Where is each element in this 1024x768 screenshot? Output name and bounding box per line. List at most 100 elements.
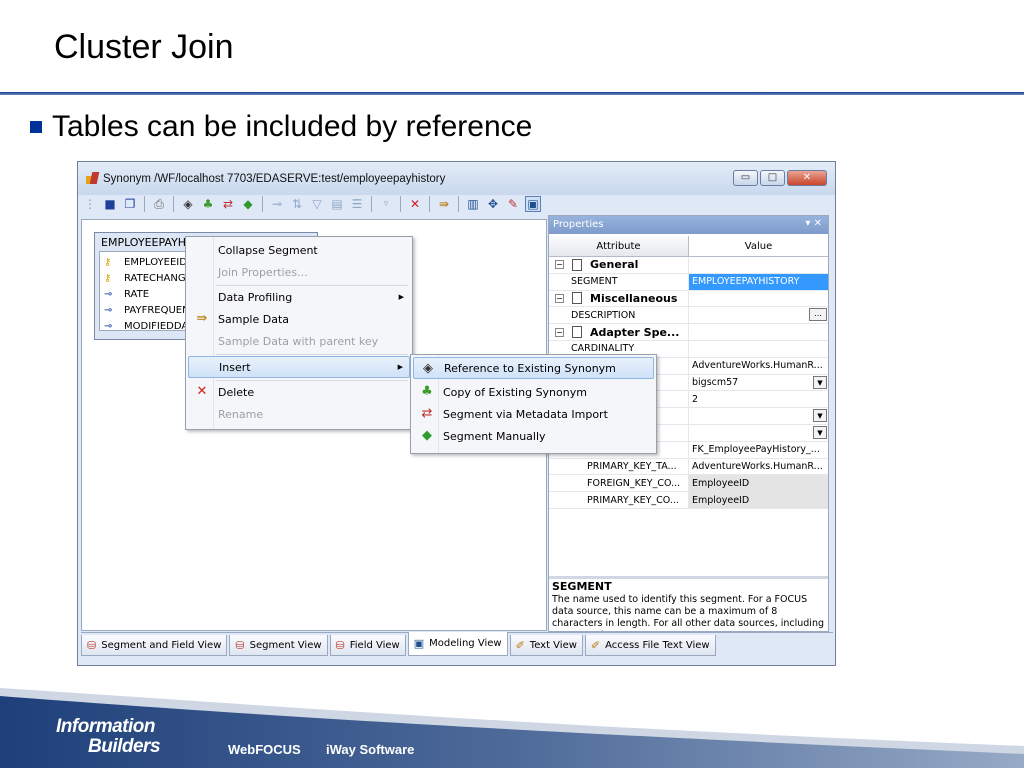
menu-separator (216, 354, 408, 355)
save-icon[interactable]: ■ (102, 196, 118, 212)
window-title: Synonym /WF/localhost 7703/EDASERVE:test… (103, 172, 446, 185)
dropdown-arrow-icon[interactable]: ▼ (813, 425, 827, 439)
menu-item-data-profiling[interactable]: Data Profiling ▶ (188, 286, 410, 308)
tools-icon[interactable]: ✎ (505, 196, 521, 212)
properties-header: Properties ▾ ✕ (549, 216, 828, 234)
group-row-general[interactable]: − General (549, 257, 828, 274)
filter-icon[interactable]: ▽ (309, 196, 325, 212)
value-column-header[interactable]: Value (689, 236, 828, 256)
save-copy-icon[interactable]: ❐ (122, 196, 138, 212)
tab-segment-and-field-view[interactable]: ⛁ Segment and Field View (81, 635, 228, 656)
title-bar[interactable]: Synonym /WF/localhost 7703/EDASERVE:test… (78, 162, 835, 195)
dropdown-arrow-icon[interactable]: ▼ (813, 375, 827, 389)
menu-item-segment-metadata-import[interactable]: ⇄ Segment via Metadata Import (413, 403, 654, 425)
menu-label: Copy of Existing Synonym (443, 385, 587, 399)
field-view-icon: ⛁ (335, 638, 345, 652)
minimize-button[interactable]: ▭ (733, 170, 758, 186)
menu-label: Sample Data (218, 312, 290, 326)
footer-link-iway[interactable]: iWay Software (326, 742, 414, 757)
list-icon[interactable]: ☰ (349, 196, 365, 212)
menu-item-segment-manually[interactable]: ◆ Segment Manually (413, 425, 654, 447)
close-button[interactable]: ✕ (787, 170, 827, 186)
property-row[interactable]: PRIMARY_KEY_TA... AdventureWorks.HumanR.… (549, 458, 828, 476)
property-row[interactable]: FOREIGN_KEY_CO... EmployeeID (549, 475, 828, 493)
print-icon[interactable]: ⎙ (151, 196, 167, 212)
property-value[interactable]: bigscm57 (692, 377, 738, 388)
grip-icon: ⋮ (84, 197, 96, 211)
tab-modeling-view[interactable]: ▣ Modeling View (407, 632, 508, 656)
group-row-misc[interactable]: − Miscellaneous (549, 290, 828, 308)
field-icon: ⊸ (104, 304, 113, 316)
segment-stack-icon[interactable]: ◈ (180, 196, 196, 212)
tab-label: Segment and Field View (101, 639, 222, 651)
toolbar-separator (458, 196, 459, 212)
sort-icon[interactable]: ⇅ (289, 196, 305, 212)
dropdown-arrow-icon[interactable]: ▼ (813, 409, 827, 423)
tab-field-view[interactable]: ⛁ Field View (329, 635, 406, 656)
menu-item-rename: Rename (188, 403, 410, 425)
collapse-toggle-icon[interactable]: − (555, 327, 564, 337)
footer-link-webfocus[interactable]: WebFOCUS (228, 742, 301, 757)
field-insert-icon[interactable]: ⊸ (269, 196, 285, 212)
properties-pin-close-icon[interactable]: ▾ ✕ (805, 218, 822, 229)
field-name: RATE (124, 288, 150, 300)
collapse-toggle-icon[interactable]: − (555, 293, 564, 303)
menu-item-sample-data[interactable]: ⇛ Sample Data (188, 308, 410, 330)
page-icon (572, 292, 582, 305)
property-attr: PRIMARY_KEY_CO... (549, 492, 689, 508)
property-value[interactable]: 2 (689, 391, 828, 407)
metadata-import-icon: ⇄ (421, 406, 433, 421)
tab-text-view[interactable]: ✐ Text View (509, 635, 583, 656)
description-text: The name used to identify this segment. … (552, 594, 824, 631)
toolbar-separator (144, 196, 145, 212)
property-value[interactable]: EmployeeID (689, 475, 828, 492)
property-value-selected[interactable]: EMPLOYEEPAYHISTORY (689, 273, 828, 290)
delete-icon[interactable]: ✕ (407, 196, 423, 212)
window-buttons: ▭ □ ✕ (733, 170, 827, 186)
group-row-adapter[interactable]: − Adapter Spe... (549, 324, 828, 341)
text-view-icon: ✐ (515, 638, 525, 652)
maximize-button[interactable]: □ (760, 170, 785, 186)
property-value[interactable]: AdventureWorks.HumanR... (689, 459, 828, 475)
menu-item-copy-existing-synonym[interactable]: ♣ Copy of Existing Synonym (413, 381, 654, 403)
property-attr: DESCRIPTION (549, 307, 689, 324)
menu-item-join-properties: Join Properties... (188, 261, 410, 283)
property-row[interactable]: SEGMENT EMPLOYEEPAYHISTORY (549, 273, 828, 291)
property-value[interactable]: FK_EmployeePayHistory_... (689, 442, 828, 458)
database-icon[interactable]: ▥ (465, 196, 481, 212)
segment-manual-icon[interactable]: ◆ (240, 196, 256, 212)
property-value[interactable]: EmployeeID (689, 492, 828, 508)
property-attr: PRIMARY_KEY_TA... (549, 458, 689, 475)
menu-item-delete[interactable]: ✕ Delete (188, 381, 410, 403)
tab-label: Text View (529, 639, 577, 651)
property-value[interactable]: AdventureWorks.HumanR... (689, 358, 828, 374)
menu-item-collapse-segment[interactable]: Collapse Segment (188, 239, 410, 261)
menu-item-insert[interactable]: Insert ▶ (188, 356, 410, 378)
menu-item-sample-parent-key: Sample Data with parent key (188, 330, 410, 352)
sample-data-icon[interactable]: ⇛ (436, 196, 452, 212)
collapse-toggle-icon[interactable]: − (555, 260, 564, 270)
copy-synonym-icon[interactable]: ♣ (200, 196, 216, 212)
menu-label: Delete (218, 385, 255, 399)
tab-segment-view[interactable]: ⛁ Segment View (229, 635, 328, 656)
ellipsis-button[interactable]: ... (809, 308, 827, 322)
network-icon[interactable]: ✥ (485, 196, 501, 212)
delete-x-icon: ✕ (196, 384, 208, 399)
calc-icon[interactable]: ▤ (329, 196, 345, 212)
submenu-arrow-icon: ▶ (398, 293, 404, 301)
group-label: General (590, 258, 639, 272)
property-attr: FOREIGN_KEY_CO... (549, 475, 689, 492)
menu-label: Rename (218, 407, 264, 421)
attribute-column-header[interactable]: Attribute (549, 236, 689, 256)
tab-access-file-text-view[interactable]: ✐ Access File Text View (584, 635, 716, 656)
menu-label: Insert (219, 360, 251, 374)
dropdown-icon[interactable]: ▿ (378, 196, 394, 212)
property-row[interactable]: DESCRIPTION ... (549, 307, 828, 325)
menu-label: Data Profiling (218, 290, 293, 304)
sample-data-icon: ⇛ (196, 311, 208, 326)
modeling-view-icon[interactable]: ▣ (525, 196, 541, 212)
metadata-import-icon[interactable]: ⇄ (220, 196, 236, 212)
menu-item-reference-existing-synonym[interactable]: ◈ Reference to Existing Synonym (413, 357, 654, 379)
segment-view-icon: ⛁ (235, 638, 245, 652)
property-row[interactable]: PRIMARY_KEY_CO... EmployeeID (549, 492, 828, 509)
